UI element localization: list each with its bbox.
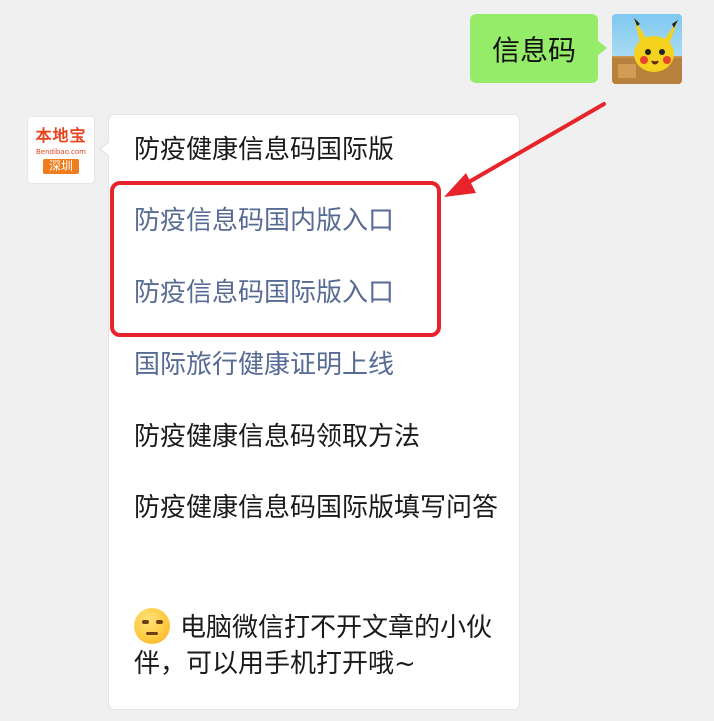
thinking-face-icon xyxy=(134,608,170,644)
menu-item-intl-code: 防疫健康信息码国际版 xyxy=(134,135,395,165)
menu-item-how-to-get: 防疫健康信息码领取方法 xyxy=(134,422,421,452)
logo-brand: 本地宝 xyxy=(35,125,87,145)
menu-item-intl-faq: 防疫健康信息码国际版填写问答 xyxy=(134,493,499,523)
user-avatar[interactable] xyxy=(612,14,682,84)
logo-domain: Bendibao.com xyxy=(35,147,86,156)
link-intl-entry[interactable]: 防疫信息码国际版入口 xyxy=(134,275,504,311)
pikachu-avatar-icon xyxy=(612,18,682,84)
bendibao-logo-avatar[interactable]: 本地宝 Bendibao.com 深圳 xyxy=(27,116,95,184)
footer-note-text: 电脑微信打不开文章的小伙伴，可以用手机打开哦~ xyxy=(134,613,493,679)
outgoing-message-text: 信息码 xyxy=(491,33,576,67)
link-travel-health-cert[interactable]: 国际旅行健康证明上线 xyxy=(134,347,504,383)
link-domestic-entry[interactable]: 防疫信息码国内版入口 xyxy=(134,203,504,239)
footer-note: 电脑微信打不开文章的小伙伴，可以用手机打开哦~ xyxy=(134,608,506,682)
outgoing-message-bubble: 信息码 xyxy=(470,14,607,83)
logo-city: 深圳 xyxy=(42,158,79,174)
